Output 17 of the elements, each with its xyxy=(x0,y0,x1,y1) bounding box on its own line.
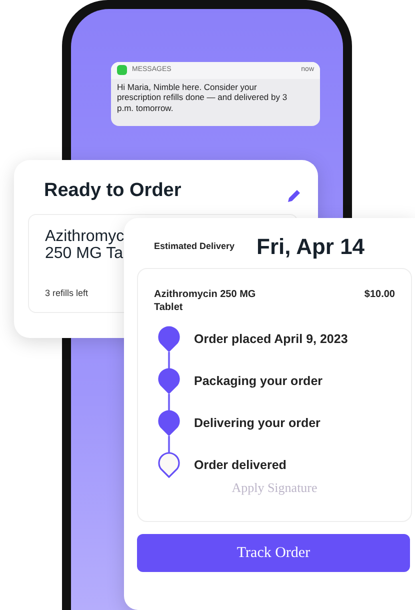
medication-name: Azithromyc xyxy=(45,229,124,246)
notification-message: Hi Maria, Nimble here. Consider your prescription refills done — and delivered by 3 p.m. tomorrow. xyxy=(116,80,288,115)
step-label: Packaging your order xyxy=(194,372,323,390)
item-name: Azithromycin 250 MG Tablet xyxy=(154,289,257,314)
delivery-date: Fri, Apr 14 xyxy=(256,233,365,261)
pencil-icon[interactable] xyxy=(286,188,302,204)
step-label: Order placed April 9, 2023 xyxy=(194,330,348,348)
faded-action-text: Apply Signature xyxy=(230,479,318,497)
messages-icon xyxy=(117,65,127,76)
step-label: Delivering your order xyxy=(194,414,320,432)
track-order-button[interactable]: Track Order xyxy=(137,534,410,572)
card-title: Ready to Order xyxy=(44,179,182,203)
delivery-label: Estimated Delivery xyxy=(154,240,235,253)
step-label: Order delivered xyxy=(194,456,286,474)
item-price: $10.00 xyxy=(363,289,395,302)
medication-name: 250 MG Ta xyxy=(45,246,124,263)
refills-text: 3 refills left xyxy=(45,287,88,300)
